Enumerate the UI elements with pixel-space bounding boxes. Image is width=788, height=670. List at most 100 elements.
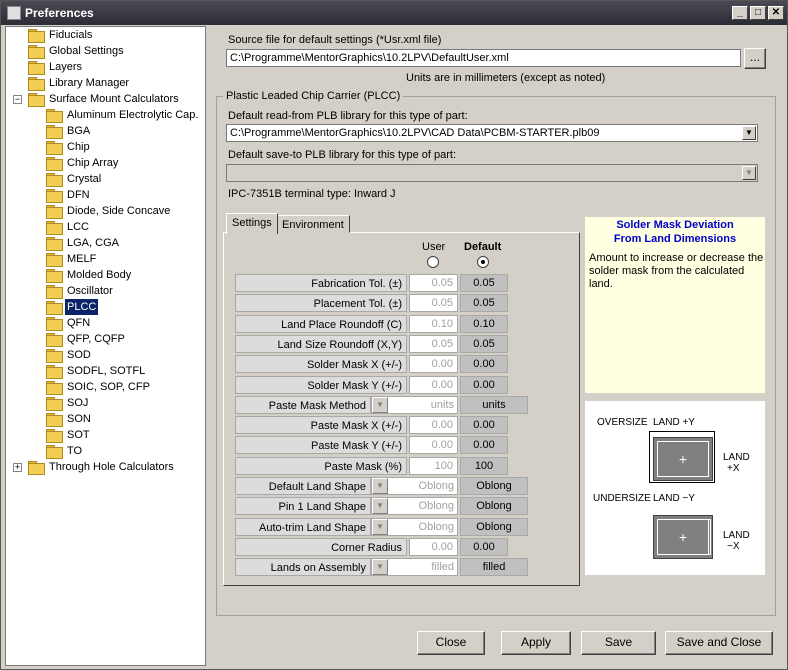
folder-icon	[46, 125, 63, 139]
setting-user-value: units	[430, 399, 454, 411]
info-box: Solder Mask Deviation From Land Dimensio…	[585, 217, 765, 393]
tree-item-smd-13[interactable]: QFN	[6, 315, 205, 331]
tree-item-smd-8[interactable]: LGA, CGA	[6, 235, 205, 251]
tree-item-smd-21[interactable]: TO	[6, 443, 205, 459]
setting-user-select[interactable]: ▼ filled	[371, 558, 458, 576]
tree-item-label: Surface Mount Calculators	[49, 93, 179, 105]
tree-item-label: SOIC, SOP, CFP	[67, 381, 150, 393]
setting-default-value: 0.00	[460, 538, 508, 556]
setting-label: Placement Tol. (±)	[235, 294, 407, 312]
info-desc-line2: solder mask from the calculated	[589, 265, 745, 277]
setting-user-input[interactable]: 0.00	[409, 355, 458, 373]
land-minus-y-label: LAND −Y	[653, 493, 695, 504]
save-and-close-button[interactable]: Save and Close	[665, 631, 773, 655]
setting-user-select[interactable]: ▼ Oblong	[371, 518, 458, 536]
tree-item-0[interactable]: Fiducials	[6, 27, 205, 43]
tree-item-smd-18[interactable]: SOJ	[6, 395, 205, 411]
tree-item-label: Fiducials	[49, 29, 93, 41]
close-button[interactable]: Close	[417, 631, 485, 655]
tree-item-smd-12[interactable]: PLCC	[6, 299, 205, 315]
chevron-down-icon[interactable]: ▼	[742, 126, 756, 140]
setting-user-input[interactable]: 0.05	[409, 294, 458, 312]
setting-user-select[interactable]: ▼ Oblong	[371, 497, 458, 515]
tree-item-smd-0[interactable]: Aluminum Electrolytic Cap.	[6, 107, 205, 123]
undersize-mask-outline	[657, 519, 711, 555]
minimize-button[interactable]: _	[732, 6, 748, 20]
tree-item-surface-mount[interactable]: − Surface Mount Calculators	[6, 91, 205, 107]
setting-user-input[interactable]: 0.00	[409, 376, 458, 394]
chevron-down-icon[interactable]: ▼	[372, 559, 388, 575]
chevron-down-icon[interactable]: ▼	[372, 478, 388, 494]
setting-user-input[interactable]: 0.10	[409, 315, 458, 333]
tree-item-smd-20[interactable]: SOT	[6, 427, 205, 443]
tree-item-smd-5[interactable]: DFN	[6, 187, 205, 203]
tree-item-smd-19[interactable]: SON	[6, 411, 205, 427]
tree-item-smd-17[interactable]: SOIC, SOP, CFP	[6, 379, 205, 395]
maximize-button[interactable]: □	[750, 6, 766, 20]
setting-default-value: 0.05	[460, 294, 508, 312]
setting-user-input[interactable]: 0.00	[409, 436, 458, 454]
setting-label: Lands on Assembly	[235, 558, 371, 576]
read-library-select[interactable]: C:\Programme\MentorGraphics\10.2LPV\CAD …	[226, 124, 758, 142]
collapse-icon[interactable]: −	[13, 95, 22, 104]
tree-item-smd-1[interactable]: BGA	[6, 123, 205, 139]
setting-default-value: 0.00	[460, 355, 508, 373]
tree-item-smd-2[interactable]: Chip	[6, 139, 205, 155]
tab-environment[interactable]: Environment	[276, 215, 350, 233]
save-button[interactable]: Save	[581, 631, 656, 655]
tree-item-smd-3[interactable]: Chip Array	[6, 155, 205, 171]
tab-settings[interactable]: Settings	[226, 213, 278, 234]
info-desc-line3: land.	[589, 278, 613, 290]
tree-item-smd-16[interactable]: SODFL, SOTFL	[6, 363, 205, 379]
chevron-down-icon[interactable]: ▼	[742, 166, 756, 180]
setting-label: Paste Mask (%)	[235, 457, 407, 475]
user-radio[interactable]	[427, 256, 439, 268]
tree-item-smd-4[interactable]: Crystal	[6, 171, 205, 187]
chevron-down-icon[interactable]: ▼	[372, 397, 388, 413]
tree-item-2[interactable]: Layers	[6, 59, 205, 75]
apply-button[interactable]: Apply	[501, 631, 571, 655]
tree-item-smd-7[interactable]: LCC	[6, 219, 205, 235]
chevron-down-icon[interactable]: ▼	[372, 498, 388, 514]
tree-item-smd-14[interactable]: QFP, CQFP	[6, 331, 205, 347]
tree-item-label: TO	[67, 445, 83, 457]
setting-user-value: Oblong	[418, 521, 454, 533]
browse-button[interactable]: ...	[744, 48, 766, 69]
save-library-select[interactable]: ▼	[226, 164, 758, 182]
setting-label: Land Place Roundoff (C)	[235, 315, 407, 333]
minus-x-label: −X	[727, 541, 740, 552]
folder-icon	[28, 29, 45, 43]
land-plus-y-label: LAND +Y	[653, 417, 695, 428]
setting-user-select[interactable]: ▼ units	[371, 396, 458, 414]
source-file-input[interactable]: C:\Programme\MentorGraphics\10.2LPV\Defa…	[226, 49, 741, 67]
close-window-button[interactable]: ✕	[768, 6, 784, 20]
folder-icon	[46, 221, 63, 235]
tree-item-smd-9[interactable]: MELF	[6, 251, 205, 267]
setting-label: Pin 1 Land Shape	[235, 497, 371, 515]
setting-user-input[interactable]: 0.00	[409, 538, 458, 556]
tree-item-label: LGA, CGA	[67, 237, 119, 249]
tree-item-3[interactable]: Library Manager	[6, 75, 205, 91]
setting-user-input[interactable]: 0.05	[409, 335, 458, 353]
tree-item-through-hole[interactable]: + Through Hole Calculators	[6, 459, 205, 475]
tree-item-smd-10[interactable]: Molded Body	[6, 267, 205, 283]
setting-user-input[interactable]: 0.05	[409, 274, 458, 292]
setting-user-select[interactable]: ▼ Oblong	[371, 477, 458, 495]
folder-icon	[46, 285, 63, 299]
tree-item-smd-6[interactable]: Diode, Side Concave	[6, 203, 205, 219]
setting-label: Auto-trim Land Shape	[235, 518, 371, 536]
setting-user-input[interactable]: 0.00	[409, 416, 458, 434]
calculator-tree[interactable]: Fiducials Global Settings Layers Library Ma…	[5, 26, 206, 666]
default-radio[interactable]	[477, 256, 489, 268]
setting-label: Paste Mask Method	[235, 396, 371, 414]
tree-item-label: Crystal	[67, 173, 102, 185]
tree-item-1[interactable]: Global Settings	[6, 43, 205, 59]
chevron-down-icon[interactable]: ▼	[372, 519, 388, 535]
folder-icon	[46, 173, 63, 187]
tree-item-smd-15[interactable]: SOD	[6, 347, 205, 363]
setting-user-input[interactable]: 100	[409, 457, 458, 475]
expand-icon[interactable]: +	[13, 463, 22, 472]
save-library-label: Default save-to PLB library for this typ…	[228, 149, 457, 161]
tree-item-smd-11[interactable]: Oscillator	[6, 283, 205, 299]
folder-icon	[46, 109, 63, 123]
